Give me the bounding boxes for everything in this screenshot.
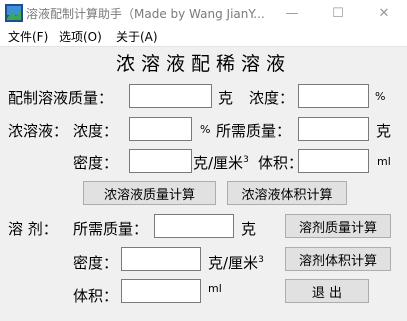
solvent-density-unit: 克/厘米3	[208, 254, 264, 272]
solvent-volume-calc-button[interactable]: 溶剂体积计算	[285, 247, 391, 271]
concentrated-volume-unit: ml	[377, 155, 391, 168]
concentrated-section-label: 浓溶液：	[8, 122, 69, 140]
concentrated-mass-input[interactable]	[298, 117, 369, 141]
solvent-mass-unit: 克	[241, 220, 257, 238]
solvent-density-input[interactable]	[121, 247, 201, 271]
concentrated-mass-calc-button[interactable]: 浓溶液质量计算	[83, 181, 216, 205]
maximize-icon: ☐	[332, 5, 344, 21]
app-icon	[5, 4, 23, 22]
solvent-section-label: 溶 剂：	[8, 220, 58, 238]
concentrated-density-unit: 克/厘米3	[193, 154, 249, 172]
maximize-button[interactable]: ☐	[315, 0, 361, 26]
solvent-volume-input[interactable]	[121, 279, 201, 303]
close-button[interactable]: ✕	[361, 0, 407, 26]
page-heading: 浓溶液配稀溶液	[115, 53, 291, 75]
dilute-conc-input[interactable]	[298, 84, 369, 108]
minimize-icon: —	[285, 5, 299, 21]
menu-options[interactable]: 选项(O)	[59, 28, 102, 45]
solvent-volume-label: 体积：	[73, 287, 119, 305]
concentrated-density-label: 密度：	[73, 154, 119, 172]
menu-file[interactable]: 文件(F)	[8, 28, 48, 45]
solvent-volume-unit: ml	[208, 282, 222, 295]
exit-button[interactable]: 退 出	[285, 279, 369, 303]
solvent-mass-calc-button[interactable]: 溶剂质量计算	[285, 214, 391, 238]
dilute-mass-label: 配制溶液质量：	[8, 89, 114, 107]
concentrated-density-input[interactable]	[129, 149, 192, 173]
close-icon: ✕	[378, 5, 390, 21]
concentrated-conc-input[interactable]	[129, 117, 192, 141]
menu-about[interactable]: 关于(A)	[116, 28, 158, 45]
solvent-mass-input[interactable]	[154, 214, 234, 238]
minimize-button[interactable]: —	[269, 0, 315, 26]
concentrated-mass-label: 所需质量：	[216, 122, 292, 140]
concentrated-volume-input[interactable]	[298, 149, 369, 173]
concentrated-volume-calc-button[interactable]: 浓溶液体积计算	[227, 181, 347, 205]
dilute-conc-label: 浓度：	[249, 89, 295, 107]
window-title: 溶液配制计算助手（Made by Wang JianY...	[26, 7, 265, 21]
solvent-density-label: 密度：	[73, 254, 119, 272]
concentrated-mass-unit: 克	[376, 122, 392, 140]
dilute-mass-unit: 克	[218, 89, 234, 107]
dilute-conc-unit: %	[375, 90, 386, 103]
concentrated-conc-unit: %	[200, 123, 211, 136]
concentrated-volume-label: 体积：	[258, 154, 304, 172]
concentrated-conc-label: 浓度：	[73, 122, 119, 140]
dilute-mass-input[interactable]	[129, 84, 212, 108]
solvent-mass-label: 所需质量：	[73, 220, 149, 238]
